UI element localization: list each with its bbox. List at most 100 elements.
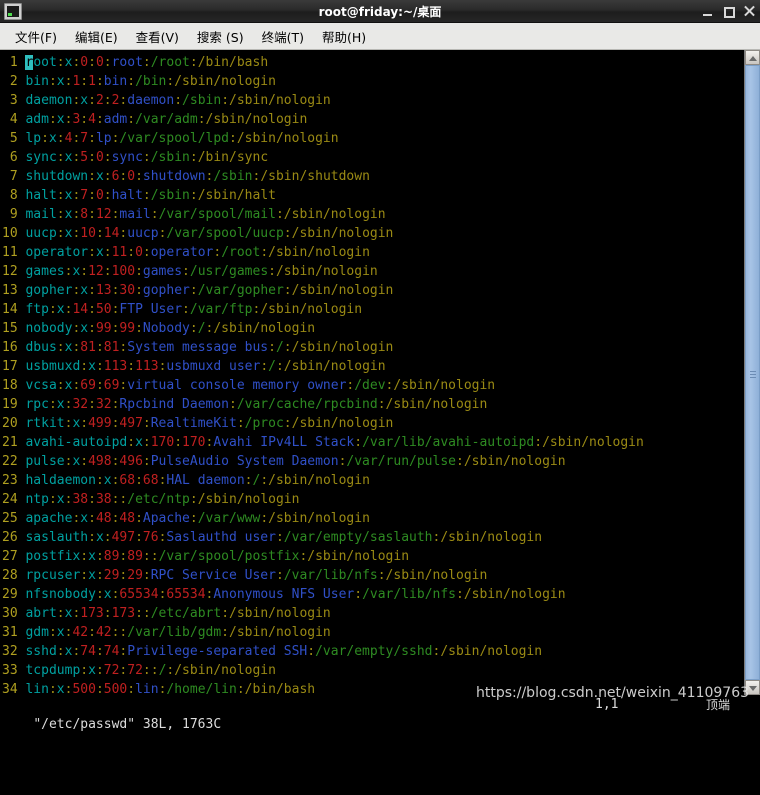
line-number: 25 bbox=[2, 511, 26, 526]
field-gecos: shutdown bbox=[142, 169, 206, 184]
field-uid: 81 bbox=[80, 340, 96, 355]
field-password: x bbox=[56, 74, 65, 89]
field-password: x bbox=[80, 283, 89, 298]
terminal-area: 1 root:x:0:0:root:/root:/bin/bash 2 bin:… bbox=[0, 50, 760, 695]
menu-item-search[interactable]: 搜索 (S) bbox=[188, 25, 253, 48]
field-home: /root bbox=[221, 245, 261, 260]
field-username: games bbox=[25, 264, 65, 279]
passwd-line: 21 avahi-autoipd:x:170:170:Avahi IPv4LL … bbox=[2, 435, 644, 450]
field-uid: 173 bbox=[80, 606, 104, 621]
line-number: 28 bbox=[2, 568, 26, 583]
field-password: x bbox=[80, 93, 89, 108]
line-number: 33 bbox=[2, 663, 26, 678]
menu-bar: 文件(F) 编辑(E) 查看(V) 搜索 (S) 终端(T) 帮助(H) bbox=[0, 23, 760, 50]
passwd-line: 23 haldaemon:x:68:68:HAL daemon:/:/sbin/… bbox=[2, 473, 370, 488]
passwd-line: 11 operator:x:11:0:operator:/root:/sbin/… bbox=[2, 245, 370, 260]
field-gid: 0 bbox=[127, 169, 136, 184]
field-home: /var/spool/mail bbox=[158, 207, 276, 222]
field-home: /var/empty/saslauth bbox=[283, 530, 433, 545]
field-username: ftp bbox=[25, 302, 49, 317]
scrollbar-thumb[interactable] bbox=[745, 65, 760, 680]
field-shell: /sbin/nologin bbox=[542, 435, 644, 450]
line-number: 27 bbox=[2, 549, 26, 564]
menu-item-edit[interactable]: 编辑(E) bbox=[66, 25, 127, 48]
menu-item-help[interactable]: 帮助(H) bbox=[313, 25, 375, 48]
scroll-up-arrow-icon[interactable] bbox=[745, 50, 760, 65]
field-username: rtkit bbox=[25, 416, 65, 431]
menu-item-file[interactable]: 文件(F) bbox=[6, 25, 66, 48]
scrollbar[interactable] bbox=[744, 50, 760, 695]
menu-item-view[interactable]: 查看(V) bbox=[127, 25, 188, 48]
passwd-line: 4 adm:x:3:4:adm:/var/adm:/sbin/nologin bbox=[2, 112, 308, 127]
minimize-button[interactable] bbox=[702, 6, 713, 17]
field-username: pulse bbox=[25, 454, 65, 469]
menu-item-terminal[interactable]: 终端(T) bbox=[253, 25, 313, 48]
vim-text-buffer[interactable]: 1 root:x:0:0:root:/root:/bin/bash 2 bin:… bbox=[0, 50, 744, 695]
field-gecos: operator bbox=[150, 245, 214, 260]
line-number: 10 bbox=[2, 226, 26, 241]
field-uid: 38 bbox=[72, 492, 89, 507]
line-number: 22 bbox=[2, 454, 26, 469]
field-username: shutdown bbox=[25, 169, 89, 184]
field-username: operator bbox=[25, 245, 89, 260]
line-number: 14 bbox=[2, 302, 26, 317]
field-gid: 496 bbox=[119, 454, 143, 469]
field-gid: 0 bbox=[95, 188, 104, 203]
line-number: 23 bbox=[2, 473, 26, 488]
field-username: nfsnobody bbox=[25, 587, 96, 602]
field-gecos: lin bbox=[135, 682, 159, 695]
field-username: saslauth bbox=[25, 530, 89, 545]
line-number: 31 bbox=[2, 625, 26, 640]
field-gid: 68 bbox=[142, 473, 159, 488]
field-username: adm bbox=[25, 112, 49, 127]
field-gecos: System message bus bbox=[127, 340, 269, 355]
field-gid: 29 bbox=[127, 568, 143, 583]
field-gecos: bin bbox=[103, 74, 128, 89]
scrollbar-track[interactable] bbox=[745, 65, 760, 680]
field-shell: /sbin/nologin bbox=[463, 587, 566, 602]
passwd-line: 16 dbus:x:81:81:System message bus:/:/sb… bbox=[2, 340, 394, 355]
field-gid: 0 bbox=[95, 150, 104, 165]
field-home: /var/cache/rpcbind bbox=[236, 397, 378, 412]
field-gid: 50 bbox=[95, 302, 112, 317]
field-password: x bbox=[95, 530, 104, 545]
field-username: vcsa bbox=[25, 378, 57, 393]
passwd-line: 12 games:x:12:100:games:/usr/games:/sbin… bbox=[2, 264, 378, 279]
passwd-line: 13 gopher:x:13:30:gopher:/var/gopher:/sb… bbox=[2, 283, 394, 298]
field-shell: /sbin/nologin bbox=[385, 568, 488, 583]
field-gecos: games bbox=[142, 264, 183, 279]
passwd-line: 28 rpcuser:x:29:29:RPC Service User:/var… bbox=[2, 568, 488, 583]
line-number: 21 bbox=[2, 435, 26, 450]
passwd-line: 2 bin:x:1:1:bin:/bin:/sbin/nologin bbox=[2, 74, 276, 89]
field-gid: 76 bbox=[142, 530, 159, 545]
passwd-line: 3 daemon:x:2:2:daemon:/sbin:/sbin/nologi… bbox=[2, 93, 331, 108]
field-password: x bbox=[56, 492, 65, 507]
field-gecos: Privilege-separated SSH bbox=[127, 644, 308, 659]
line-number: 18 bbox=[2, 378, 26, 393]
field-home: /etc/ntp bbox=[127, 492, 190, 507]
field-username: dbus bbox=[25, 340, 57, 355]
passwd-line: 8 halt:x:7:0:halt:/sbin:/sbin/halt bbox=[2, 188, 276, 203]
field-home: /sbin bbox=[213, 169, 253, 184]
line-number: 7 bbox=[2, 169, 26, 184]
terminal-window: root@friday:~/桌面 文件(F) 编辑(E) 查看(V) 搜索 (S… bbox=[0, 0, 760, 732]
passwd-line: 19 rpc:x:32:32:Rpcbind Daemon:/var/cache… bbox=[2, 397, 488, 412]
field-gid: 72 bbox=[127, 663, 143, 678]
field-shell: /sbin/nologin bbox=[440, 530, 543, 545]
field-gid: 12 bbox=[95, 207, 112, 222]
text-cursor: r bbox=[25, 55, 34, 70]
field-home: / bbox=[268, 359, 276, 374]
field-gid: 4 bbox=[88, 112, 96, 127]
field-gid: 7 bbox=[80, 131, 89, 146]
field-username: root bbox=[25, 55, 57, 70]
field-shell: /sbin/nologin bbox=[385, 397, 488, 412]
title-bar[interactable]: root@friday:~/桌面 bbox=[0, 0, 760, 23]
field-username: sshd bbox=[25, 644, 57, 659]
field-uid: 5 bbox=[80, 150, 89, 165]
scroll-down-arrow-icon[interactable] bbox=[745, 680, 760, 695]
maximize-button[interactable] bbox=[723, 6, 735, 18]
close-button[interactable] bbox=[744, 6, 755, 17]
window-title: root@friday:~/桌面 bbox=[318, 4, 442, 19]
field-gid: 497 bbox=[119, 416, 143, 431]
field-username: lin bbox=[25, 682, 49, 695]
